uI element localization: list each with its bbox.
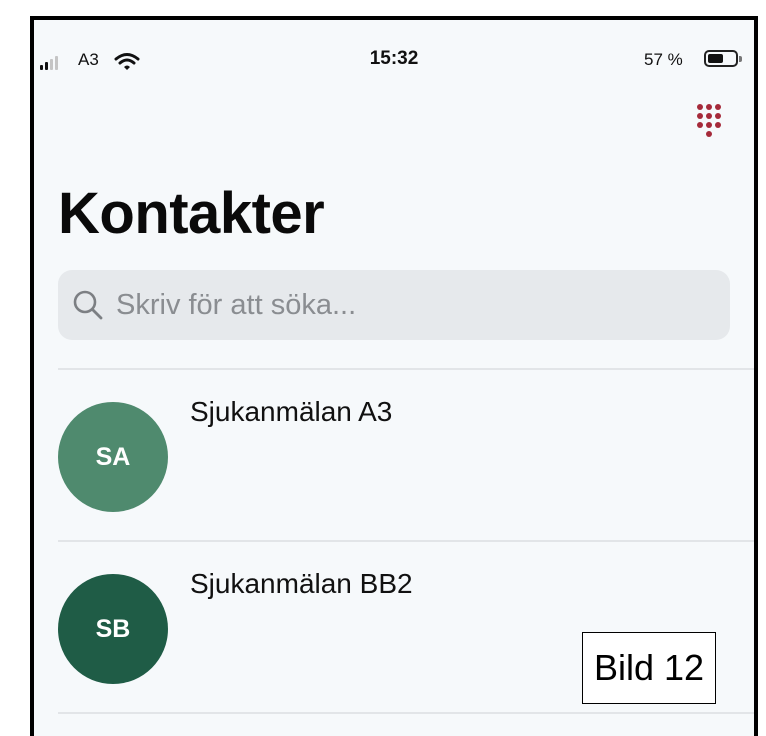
contact-name: Sjukanmälan A3 bbox=[190, 396, 393, 427]
dialpad-icon[interactable] bbox=[694, 102, 724, 144]
battery-icon bbox=[704, 50, 742, 67]
page-title: Kontakter bbox=[58, 181, 325, 246]
phone-screen: A3 15:32 57 % Kontakter SA Sjukanmälan A… bbox=[30, 16, 758, 736]
figure-caption: Bild 12 bbox=[582, 632, 716, 704]
search-icon bbox=[73, 290, 103, 320]
list-divider bbox=[58, 712, 754, 714]
status-bar: A3 15:32 57 % bbox=[34, 42, 754, 82]
search-bar[interactable] bbox=[58, 270, 730, 340]
search-input[interactable] bbox=[114, 287, 718, 323]
contact-name: Sjukanmälan BB2 bbox=[190, 568, 413, 599]
battery-percent: 57 % bbox=[644, 50, 683, 69]
avatar: SB bbox=[58, 574, 168, 684]
list-item-contact[interactable]: SA Sjukanmälan A3 bbox=[58, 370, 754, 512]
avatar: SA bbox=[58, 402, 168, 512]
